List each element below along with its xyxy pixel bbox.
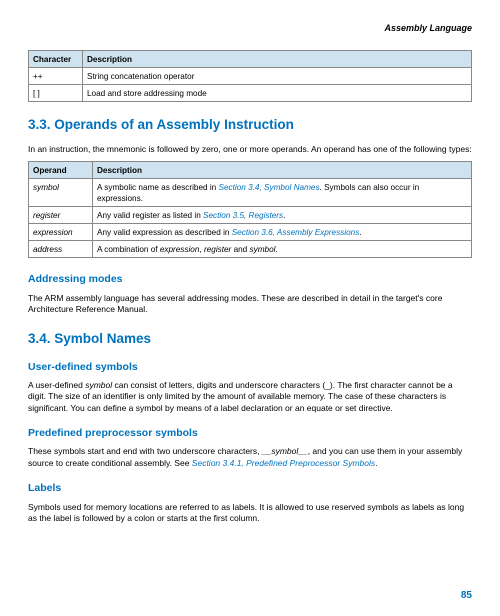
italic-term: __symbol__: [262, 446, 308, 456]
desc-header: Description: [93, 162, 472, 179]
addressing-modes-body: The ARM assembly language has several ad…: [28, 293, 472, 316]
text-fragment: These symbols start and end with two und…: [28, 446, 262, 456]
labels-heading: Labels: [28, 481, 472, 495]
text-fragment: Any valid register as listed in: [97, 211, 203, 220]
text-fragment: .: [283, 211, 285, 220]
table-row: [ ] Load and store addressing mode: [29, 85, 472, 102]
labels-body: Symbols used for memory locations are re…: [28, 502, 472, 525]
text-fragment: A user-defined: [28, 380, 85, 390]
table-row: ++ String concatenation operator: [29, 68, 472, 85]
operand-cell: expression: [29, 224, 93, 241]
text-fragment: Any valid expression as described in: [97, 228, 232, 237]
char-cell: ++: [29, 68, 83, 85]
table-row: address A combination of expression, reg…: [29, 241, 472, 258]
user-defined-symbols-heading: User-defined symbols: [28, 360, 472, 374]
char-header: Character: [29, 51, 83, 68]
character-table: Character Description ++ String concaten…: [28, 50, 472, 102]
link-section-3-4-1[interactable]: Section 3.4.1, Predefined Preprocessor S…: [192, 458, 375, 468]
predefined-preprocessor-heading: Predefined preprocessor symbols: [28, 426, 472, 440]
predefined-preprocessor-body: These symbols start and end with two und…: [28, 446, 472, 469]
desc-cell: Any valid expression as described in Sec…: [93, 224, 472, 241]
addressing-modes-heading: Addressing modes: [28, 272, 472, 286]
table-header-row: Character Description: [29, 51, 472, 68]
desc-cell: Load and store addressing mode: [83, 85, 472, 102]
link-section-3-5[interactable]: Section 3.5, Registers: [203, 211, 283, 220]
text-fragment: .: [375, 458, 377, 468]
desc-cell: A symbolic name as described in Section …: [93, 179, 472, 207]
desc-cell: Any valid register as listed in Section …: [93, 207, 472, 224]
table-header-row: Operand Description: [29, 162, 472, 179]
italic-term: symbol: [250, 245, 276, 254]
operand-cell: address: [29, 241, 93, 258]
running-header: Assembly Language: [28, 22, 472, 34]
page-number: 85: [461, 589, 472, 603]
text-fragment: .: [359, 228, 361, 237]
user-defined-symbols-body: A user-defined symbol can consist of let…: [28, 380, 472, 414]
section-3-3-intro: In an instruction, the mnemonic is follo…: [28, 144, 472, 155]
table-row: expression Any valid expression as descr…: [29, 224, 472, 241]
operand-header: Operand: [29, 162, 93, 179]
table-row: register Any valid register as listed in…: [29, 207, 472, 224]
text-fragment: A symbolic name as described in: [97, 183, 219, 192]
section-3-4-heading: 3.4. Symbol Names: [28, 330, 472, 348]
link-section-3-6[interactable]: Section 3.6, Assembly Expressions: [232, 228, 360, 237]
operand-table: Operand Description symbol A symbolic na…: [28, 161, 472, 258]
text-fragment: A combination of: [97, 245, 160, 254]
text-fragment: and: [231, 245, 249, 254]
italic-term: register: [204, 245, 231, 254]
desc-header: Description: [83, 51, 472, 68]
table-row: symbol A symbolic name as described in S…: [29, 179, 472, 207]
italic-term: symbol: [85, 380, 112, 390]
desc-cell: A combination of expression, register an…: [93, 241, 472, 258]
operand-cell: symbol: [29, 179, 93, 207]
section-3-3-heading: 3.3. Operands of an Assembly Instruction: [28, 116, 472, 134]
operand-cell: register: [29, 207, 93, 224]
italic-term: expression: [160, 245, 200, 254]
link-section-3-4[interactable]: Section 3.4, Symbol Names: [219, 183, 320, 192]
char-cell: [ ]: [29, 85, 83, 102]
text-fragment: .: [275, 245, 277, 254]
desc-cell: String concatenation operator: [83, 68, 472, 85]
